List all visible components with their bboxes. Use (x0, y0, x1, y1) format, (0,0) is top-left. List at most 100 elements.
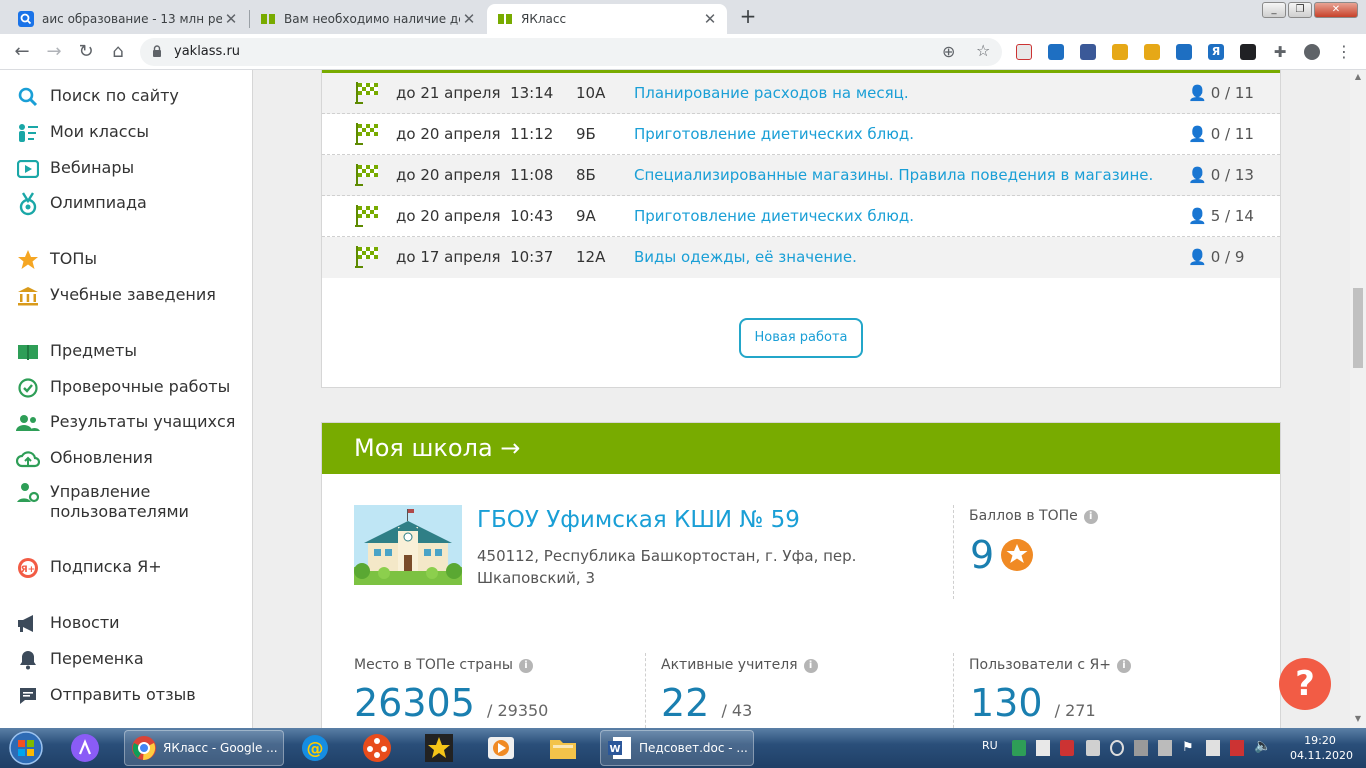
info-icon[interactable]: i (1117, 659, 1132, 673)
tray-app-icon[interactable] (1158, 740, 1172, 756)
browser-tab-1[interactable]: аис образование - 13 млн резу ✕ (8, 4, 248, 34)
extension-vk-icon[interactable] (1080, 44, 1096, 60)
my-school-panel: Моя школа → ГБОУ Уфимская КШИ № 59 45011… (321, 422, 1281, 728)
checkered-flag-icon (354, 204, 380, 228)
users-gear-icon (16, 482, 40, 504)
help-button[interactable]: ? (1279, 658, 1331, 710)
extensions-puzzle-icon[interactable]: ✚ (1272, 44, 1288, 60)
sidebar-item-updates[interactable]: Обновления (16, 448, 153, 470)
volume-icon[interactable]: 🔈 (1254, 738, 1271, 754)
bookmark-star-icon[interactable]: ☆ (976, 41, 990, 60)
my-school-header-link[interactable]: Моя школа → (322, 423, 1280, 474)
tray-app-icon[interactable] (1206, 740, 1220, 756)
school-name-link[interactable]: ГБОУ Уфимская КШИ № 59 (477, 507, 800, 533)
tray-app-icon[interactable] (1060, 740, 1074, 756)
sidebar-item-news[interactable]: Новости (16, 613, 120, 635)
security-shield-icon[interactable] (1012, 740, 1026, 756)
language-indicator[interactable]: RU (982, 739, 998, 752)
work-class: 10А (576, 84, 606, 102)
close-tab-icon[interactable]: ✕ (460, 10, 478, 28)
tray-app-icon[interactable] (1086, 740, 1100, 756)
extension-shield-icon[interactable] (1016, 44, 1032, 60)
work-row[interactable]: до 20 апреля 10:43 9А Приготовление диет… (322, 196, 1280, 237)
media-reel-icon[interactable] (362, 733, 392, 763)
extension-house-icon-2[interactable] (1176, 44, 1192, 60)
new-work-button[interactable]: Новая работа (739, 318, 863, 358)
info-icon[interactable]: i (518, 659, 533, 673)
back-arrow-icon[interactable]: ← (9, 39, 35, 65)
work-task-link[interactable]: Приготовление диетических блюд. (634, 207, 914, 225)
sidebar-item-search[interactable]: Поиск по сайту (16, 86, 179, 108)
work-task-link[interactable]: Планирование расходов на месяц. (634, 84, 909, 102)
new-tab-button[interactable]: + (734, 5, 762, 29)
folder-icon[interactable] (548, 733, 578, 763)
school-building-image (354, 505, 462, 585)
reload-icon[interactable]: ↻ (73, 39, 99, 65)
movie-star-icon[interactable] (424, 733, 454, 763)
users-icon (16, 412, 40, 434)
work-row[interactable]: до 17 апреля 10:37 12А Виды одежды, её з… (322, 237, 1280, 278)
sidebar-item-institutions[interactable]: Учебные заведения (16, 285, 216, 307)
sidebar-item-webinars[interactable]: Вебинары (16, 158, 134, 180)
work-count: 👤 0 / 11 (1188, 125, 1254, 143)
sidebar-item-olympiad[interactable]: Олимпиада (16, 192, 147, 216)
taskbar-word-button[interactable]: W Педсовет.doc - ... (600, 730, 754, 766)
flag-icon[interactable]: ⚑ (1182, 740, 1196, 756)
extension-circle-icon-2[interactable] (1144, 44, 1160, 60)
video-player-icon[interactable] (486, 733, 516, 763)
sidebar-item-my-classes[interactable]: Мои классы (16, 122, 149, 144)
sidebar-item-label: Отправить отзыв (50, 685, 196, 704)
profile-avatar-icon[interactable] (1304, 44, 1320, 60)
menu-dots-icon[interactable]: ⋮ (1336, 44, 1352, 60)
address-bar[interactable]: yaklass.ru ⊕ ☆ (140, 38, 1002, 66)
add-icon[interactable]: ⊕ (942, 42, 955, 61)
tray-app-icon[interactable] (1134, 740, 1148, 756)
sidebar-item-user-management[interactable]: Управление пользователями (16, 482, 216, 522)
home-icon[interactable]: ⌂ (105, 39, 131, 65)
info-icon[interactable]: i (1083, 510, 1098, 524)
start-button-icon[interactable] (6, 730, 46, 766)
taskbar-chrome-button[interactable]: ЯКласс - Google ... (124, 730, 284, 766)
forward-arrow-icon[interactable]: → (41, 39, 67, 65)
work-row[interactable]: до 20 апреля 11:08 8Б Специализированные… (322, 155, 1280, 196)
work-task-link[interactable]: Специализированные магазины. Правила пов… (634, 166, 1153, 184)
work-task-link[interactable]: Приготовление диетических блюд. (634, 125, 914, 143)
sidebar-item-subscription[interactable]: Я+ Подписка Я+ (16, 557, 162, 579)
info-icon[interactable]: i (803, 659, 818, 673)
vertical-scrollbar[interactable]: ▲ ▼ (1350, 70, 1366, 728)
alice-icon[interactable] (70, 733, 100, 763)
sidebar-item-tests[interactable]: Проверочные работы (16, 377, 230, 399)
extension-mask-icon[interactable] (1240, 44, 1256, 60)
extension-ya-icon[interactable]: Я (1208, 44, 1224, 60)
network-icon[interactable] (1230, 740, 1244, 756)
scrollbar-thumb[interactable] (1353, 288, 1363, 368)
work-task-link[interactable]: Виды одежды, её значение. (634, 248, 857, 266)
checkered-flag-icon (354, 81, 380, 105)
scroll-up-arrow-icon[interactable]: ▲ (1350, 72, 1366, 81)
sidebar-item-subjects[interactable]: Предметы (16, 341, 137, 363)
sidebar-item-break[interactable]: Переменка (16, 649, 144, 671)
work-row[interactable]: до 20 апреля 11:12 9Б Приготовление диет… (322, 114, 1280, 155)
extension-circle-icon[interactable] (1112, 44, 1128, 60)
sidebar-item-tops[interactable]: ТОПы (16, 249, 97, 271)
mail-at-icon[interactable]: @ (300, 733, 330, 763)
sidebar-item-feedback[interactable]: Отправить отзыв (16, 685, 196, 707)
extension-house-icon[interactable] (1048, 44, 1064, 60)
close-window-button[interactable]: ✕ (1314, 2, 1358, 18)
tray-app-icon[interactable] (1110, 740, 1124, 756)
browser-tab-3-active[interactable]: ЯКласс ✕ (487, 4, 727, 34)
cloud-upload-icon (16, 448, 40, 470)
tray-app-icon[interactable] (1036, 740, 1050, 756)
minimize-button[interactable]: _ (1262, 2, 1286, 18)
taskbar-item-label: ЯКласс - Google ... (163, 741, 278, 755)
sidebar-item-results[interactable]: Результаты учащихся (16, 412, 235, 434)
browser-tab-2[interactable]: Вам необходимо наличие дейст ✕ (250, 4, 486, 34)
scroll-down-arrow-icon[interactable]: ▼ (1350, 714, 1366, 723)
close-tab-icon[interactable]: ✕ (701, 10, 719, 28)
close-tab-icon[interactable]: ✕ (222, 10, 240, 28)
system-clock[interactable]: 19:20 04.11.2020 (1290, 733, 1353, 763)
work-row[interactable]: до 21 апреля 13:14 10А Планирование расх… (322, 73, 1280, 114)
maximize-button[interactable]: ❐ (1288, 2, 1312, 18)
sidebar-item-label: Вебинары (50, 158, 135, 177)
windows-taskbar: ЯКласс - Google ... @ W Педсовет.doc - .… (0, 728, 1366, 768)
